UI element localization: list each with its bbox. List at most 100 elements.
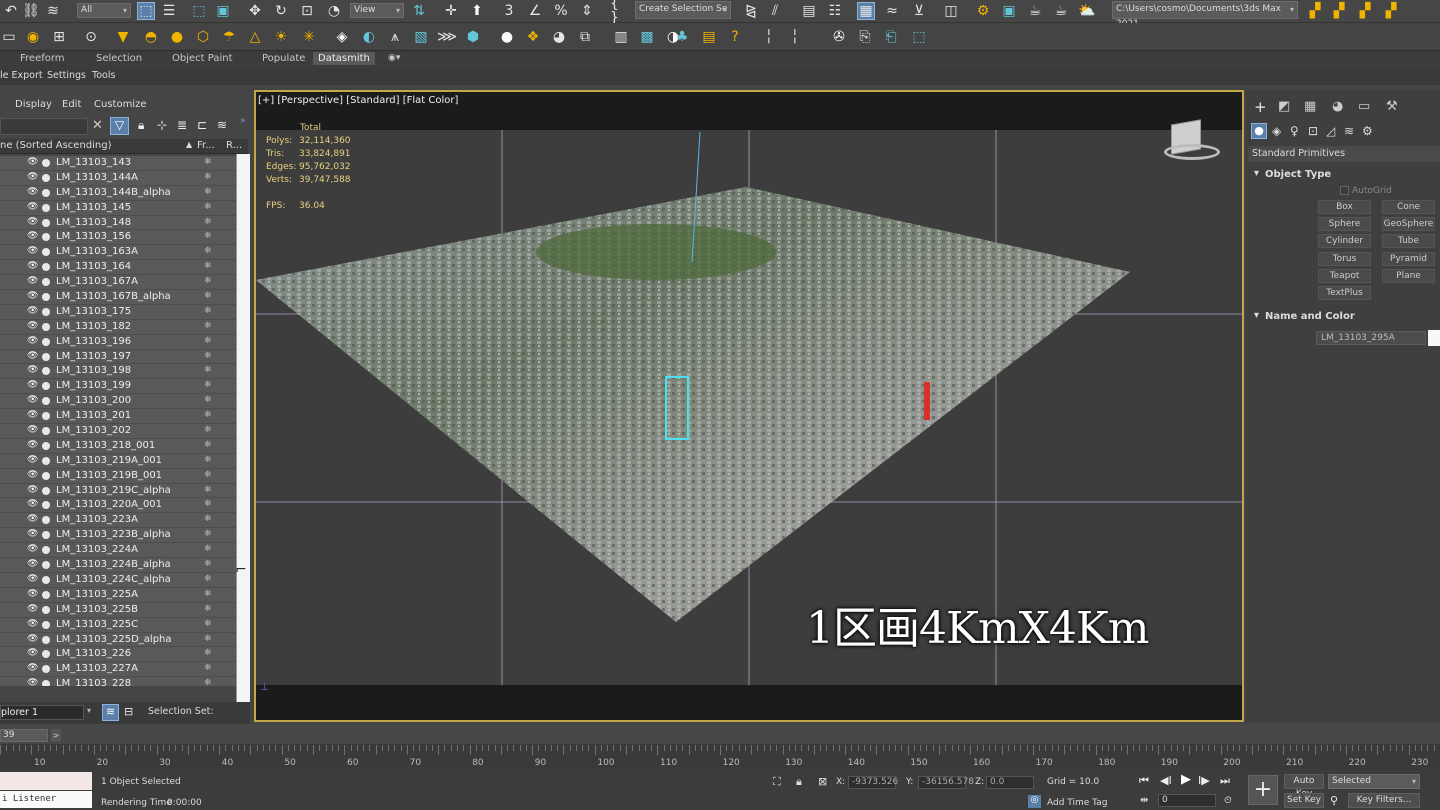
geometry-icon[interactable]: ● <box>1251 123 1267 139</box>
explorer-object-list[interactable]: 👁︎ LM_13103_143 ❄ 👁︎ LM_13103_144A ❄ 👁︎ LM_1310… <box>0 156 236 686</box>
renderable-dot-icon[interactable] <box>42 367 50 376</box>
renderable-dot-icon[interactable] <box>42 218 50 227</box>
visibility-eye-icon[interactable]: 👁︎ <box>27 529 38 539</box>
renderable-dot-icon[interactable] <box>42 159 50 167</box>
renderable-dot-icon[interactable] <box>42 352 50 361</box>
freeze-icon[interactable]: ❄ <box>204 202 212 212</box>
scene-explorer-icon[interactable]: ▤ <box>800 2 818 20</box>
go-to-end-icon[interactable]: ⏭ <box>1220 774 1230 788</box>
tool-icon-p[interactable]: ⬚ <box>910 28 928 46</box>
renderable-dot-icon[interactable] <box>42 337 50 346</box>
renderable-dot-icon[interactable] <box>42 561 50 570</box>
renderable-dot-icon[interactable] <box>42 546 50 555</box>
explorer-name-dropdown[interactable]: plorer 1 <box>0 705 84 720</box>
x-coord-field[interactable]: -9373.526 <box>848 776 898 789</box>
renderable-dot-icon[interactable] <box>42 307 50 316</box>
key-mode-icon[interactable]: ⇹ <box>1140 795 1148 806</box>
list-item[interactable]: 👁︎ LM_13103_227A ❄ <box>0 662 236 678</box>
hierarchy-icon[interactable]: ⊹ <box>157 118 167 132</box>
curve-editor-icon[interactable]: ≈ <box>883 2 901 20</box>
list-item[interactable]: 👁︎ LM_13103_144A ❄ <box>0 170 236 186</box>
freeze-icon[interactable]: ❄ <box>204 246 212 256</box>
light-icon-4[interactable]: ⬡ <box>194 28 212 46</box>
rect-selection-icon[interactable]: ⬚ <box>190 2 208 20</box>
sphere-icon[interactable]: ● <box>498 28 516 46</box>
object-type-rollout[interactable]: Object Type <box>1265 169 1331 180</box>
list-item[interactable]: 👁︎ LM_13103_202 ❄ <box>0 424 236 439</box>
freeze-icon[interactable]: ❄ <box>204 648 212 658</box>
mirror-icon[interactable]: ⧎ <box>742 2 760 20</box>
key-filters-icon[interactable]: ⚲ <box>1330 794 1338 807</box>
column-name[interactable]: ne (Sorted Ascending) <box>0 140 112 151</box>
tab-object-paint[interactable]: Object Paint <box>172 53 233 64</box>
list-item[interactable]: 👁︎ LM_13103_219A_001 ❄ <box>0 453 236 469</box>
freeze-icon[interactable]: ❄ <box>204 187 212 197</box>
visibility-eye-icon[interactable]: 👁︎ <box>27 499 38 509</box>
palette-icon[interactable]: ◕ <box>550 28 568 46</box>
renderable-dot-icon[interactable] <box>42 620 50 629</box>
renderable-dot-icon[interactable] <box>42 233 50 242</box>
freeze-icon[interactable]: ❄ <box>204 336 212 346</box>
freeze-icon[interactable]: ❄ <box>204 380 212 390</box>
align-icon[interactable]: ⫽ <box>766 2 784 20</box>
visibility-eye-icon[interactable]: 👁︎ <box>27 187 38 197</box>
create-tab-icon[interactable]: + <box>1254 98 1267 116</box>
textplus-button[interactable]: TextPlus <box>1318 286 1371 300</box>
hierarchy-tab-icon[interactable]: ▦ <box>1304 99 1316 114</box>
tool-icon-m[interactable]: ✇ <box>830 28 848 46</box>
list-item[interactable]: 👁︎ LM_13103_201 ❄ <box>0 409 236 425</box>
visibility-eye-icon[interactable]: 👁︎ <box>27 619 38 629</box>
cameras-icon[interactable]: ⊡ <box>1308 124 1318 138</box>
tool-icon-f[interactable]: ⋙ <box>437 28 457 46</box>
freeze-icon[interactable]: ❄ <box>204 663 212 673</box>
freeze-icon[interactable]: ❄ <box>204 425 212 435</box>
tab-tools[interactable]: Tools <box>92 70 115 81</box>
project-icon-3[interactable]: ▞ <box>1356 2 1374 20</box>
list-item[interactable]: 👁︎ LM_13103_143 ❄ <box>0 156 236 171</box>
rendered-frame-window-icon[interactable]: ▣ <box>1000 2 1018 20</box>
renderable-dot-icon[interactable] <box>42 382 50 391</box>
freeze-icon[interactable]: ❄ <box>204 455 212 465</box>
visibility-eye-icon[interactable]: 👁︎ <box>27 395 38 405</box>
visibility-eye-icon[interactable]: 👁︎ <box>27 559 38 569</box>
explorer-search-input[interactable] <box>0 118 88 135</box>
tool-icon-b[interactable]: ◉ <box>24 28 42 46</box>
dropdown-arrow-icon[interactable]: ▾ <box>87 706 91 715</box>
list-item[interactable]: 👁︎ LM_13103_219C_alpha ❄ <box>0 483 236 499</box>
visibility-eye-icon[interactable]: 👁︎ <box>27 291 38 301</box>
auto-key-button[interactable]: Auto Key <box>1284 774 1324 799</box>
visibility-eye-icon[interactable]: 👁︎ <box>27 455 38 465</box>
freeze-icon[interactable]: ❄ <box>204 470 212 480</box>
list-item[interactable]: 👁︎ LM_13103_225B ❄ <box>0 602 236 618</box>
light-icon-3[interactable]: ● <box>168 28 186 46</box>
select-object-icon[interactable]: ⬚ <box>137 2 155 20</box>
freeze-icon[interactable]: ❄ <box>204 395 212 405</box>
renderable-dot-icon[interactable] <box>42 188 50 197</box>
utilities-tab-icon[interactable]: ⚒ <box>1386 99 1398 114</box>
visibility-eye-icon[interactable]: 👁︎ <box>27 678 38 686</box>
teapot-button[interactable]: Teapot <box>1318 269 1371 283</box>
freeze-icon[interactable]: ❄ <box>204 291 212 301</box>
play-icon[interactable]: ▶ <box>1181 772 1191 787</box>
absolute-mode-icon[interactable]: ⊠ <box>818 775 827 788</box>
toggle-ribbon-icon[interactable]: ▦ <box>857 2 875 20</box>
freeze-icon[interactable]: ❄ <box>204 261 212 271</box>
sun-icon[interactable]: ☀ <box>272 28 290 46</box>
freeze-icon[interactable]: ❄ <box>204 499 212 509</box>
named-selection-dropdown[interactable]: Create Selection Se <box>635 1 731 19</box>
list-item[interactable]: 👁︎ LM_13103_225C ❄ <box>0 617 236 633</box>
add-time-tag[interactable]: Add Time Tag <box>1047 798 1107 808</box>
torus-button[interactable]: Torus <box>1318 252 1371 266</box>
visibility-eye-icon[interactable]: 👁︎ <box>27 336 38 346</box>
keyboard-shortcut-icon[interactable]: ⬆ <box>468 2 486 20</box>
visibility-eye-icon[interactable]: 👁︎ <box>27 634 38 644</box>
undo-icon[interactable]: ↶ <box>2 2 20 20</box>
freeze-icon[interactable]: ❄ <box>204 634 212 644</box>
previous-frame-icon[interactable]: ◀Ⅰ <box>1160 774 1172 787</box>
lights-icon[interactable]: ♀ <box>1290 124 1299 138</box>
freeze-icon[interactable]: ❄ <box>204 678 212 686</box>
sky-icon[interactable]: ✳ <box>300 28 318 46</box>
schematic-view-icon[interactable]: ⊻ <box>910 2 928 20</box>
tool-icon-n[interactable]: ⎘ <box>856 28 874 46</box>
cone-button[interactable]: Cone <box>1382 200 1435 214</box>
